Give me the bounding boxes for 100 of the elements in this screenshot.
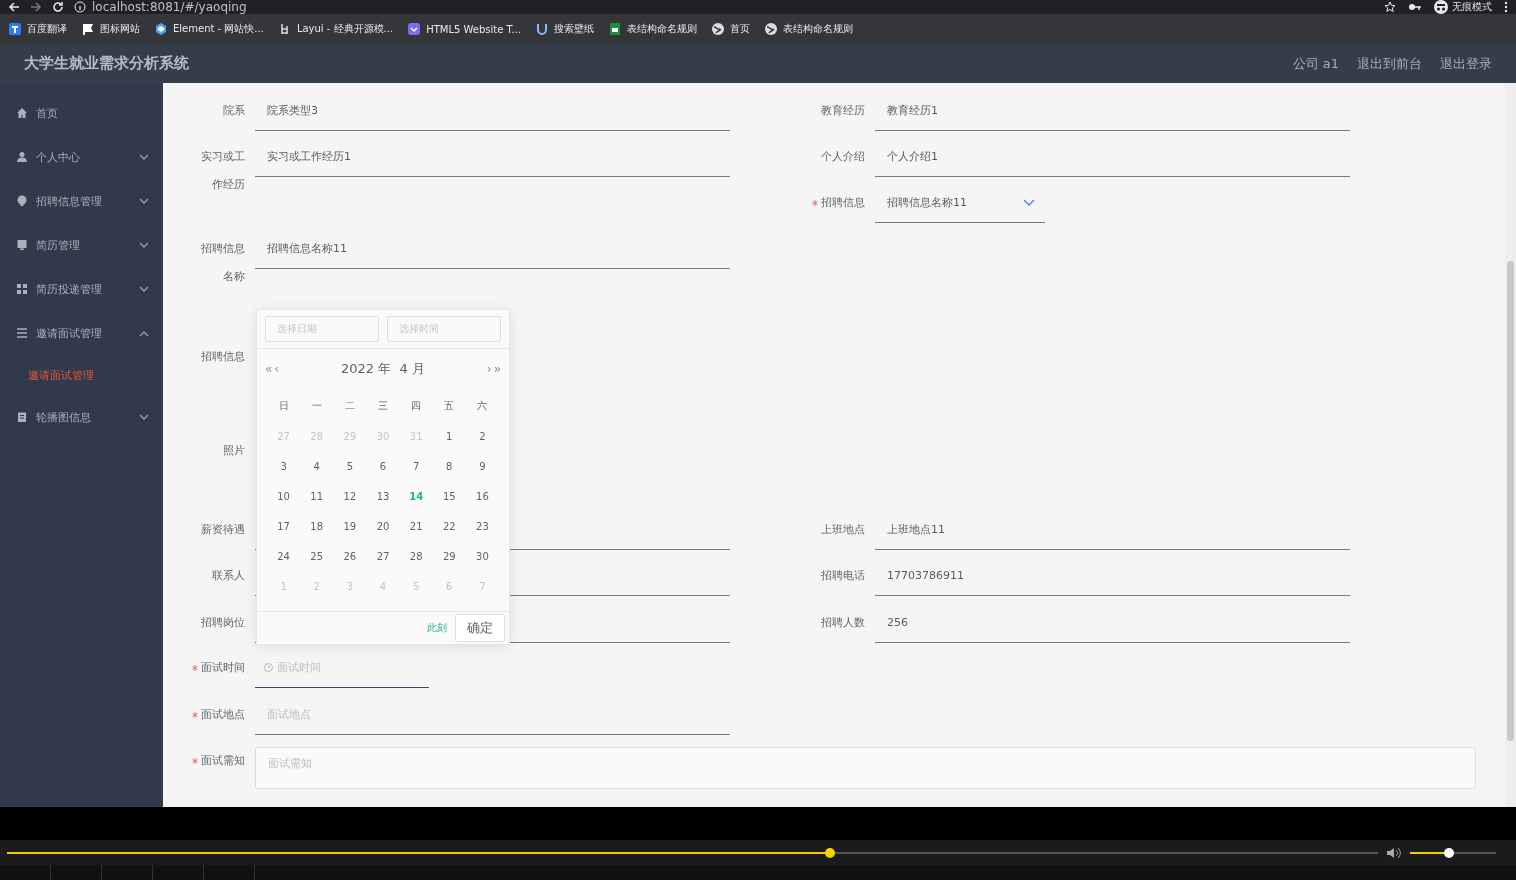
weekday-label: 二: [344, 399, 355, 413]
header-link[interactable]: 退出登录: [1440, 54, 1492, 73]
calendar-day[interactable]: 8: [446, 460, 453, 472]
bookmark[interactable]: 百度翻译: [8, 22, 67, 36]
calendar-day[interactable]: 19: [343, 520, 357, 532]
field-label: 上班地点: [821, 522, 865, 538]
sidebar-item[interactable]: 首页: [0, 91, 163, 135]
field-label: 招聘电话: [821, 568, 865, 584]
text-field[interactable]: 256: [875, 603, 1350, 643]
calendar-day[interactable]: 4: [313, 460, 320, 472]
calendar-day[interactable]: 11: [310, 490, 324, 502]
header-link[interactable]: 公司 a1: [1292, 54, 1339, 73]
weekday-label: 一: [311, 399, 322, 413]
sidebar-item[interactable]: 邀请面试管理: [0, 311, 163, 355]
bookmark[interactable]: Element - 网站快...: [154, 22, 264, 36]
field-label: 招聘信息: [821, 195, 865, 211]
calendar-day[interactable]: 2: [479, 430, 486, 442]
volume-icon[interactable]: [1386, 846, 1402, 859]
calendar-day[interactable]: 15: [442, 490, 456, 502]
calendar-day[interactable]: 3: [280, 460, 287, 472]
next-month-button[interactable]: ›: [486, 362, 492, 376]
calendar-day[interactable]: 5: [346, 460, 354, 472]
globe-icon: [764, 22, 779, 36]
back-icon[interactable]: [8, 1, 20, 13]
calendar-day[interactable]: 17: [277, 520, 290, 532]
sidebar-item[interactable]: 招聘信息管理: [0, 179, 163, 223]
bookmark[interactable]: HTML5 Website T...: [407, 22, 522, 36]
weekday-label: 四: [411, 399, 422, 413]
calendar-day[interactable]: 10: [277, 490, 290, 502]
calendar-day[interactable]: 28: [409, 550, 423, 562]
text-field[interactable]: 院系类型3: [255, 91, 730, 131]
bookmark[interactable]: 表结构命名规则: [608, 22, 698, 36]
forward-icon[interactable]: [30, 1, 42, 13]
calendar-day[interactable]: 23: [476, 520, 489, 532]
home-icon: [16, 107, 28, 119]
text-field[interactable]: 教育经历1: [875, 91, 1350, 131]
bookmark[interactable]: 图标网站: [81, 22, 140, 36]
text-field[interactable]: 上班地点11: [875, 510, 1350, 550]
confirm-button[interactable]: 确定: [455, 614, 505, 642]
calendar-day[interactable]: 7: [412, 460, 420, 472]
key-icon[interactable]: [1408, 1, 1422, 13]
scrollbar[interactable]: [1507, 261, 1514, 741]
header-link[interactable]: 退出到前台: [1357, 54, 1422, 73]
chevron-down-icon: [1023, 199, 1035, 206]
sidebar-item[interactable]: 轮播图信息: [0, 395, 163, 439]
bookmark[interactable]: 搜索壁纸: [535, 22, 595, 36]
volume-thumb[interactable]: [1443, 847, 1454, 858]
progress-thumb[interactable]: [824, 847, 835, 858]
incognito-button[interactable]: 无痕模式: [1434, 0, 1492, 14]
text-field[interactable]: 17703786911: [875, 556, 1350, 596]
sidebar-item[interactable]: 简历管理: [0, 223, 163, 267]
calendar-day[interactable]: 18: [310, 520, 324, 532]
calendar-day[interactable]: 30: [476, 550, 489, 562]
calendar-day[interactable]: 25: [310, 550, 324, 562]
submenu-item[interactable]: 邀请面试管理: [0, 355, 163, 395]
field-label: 教育经历: [821, 103, 865, 119]
star-icon[interactable]: [1384, 1, 1396, 13]
calendar-title: 2022 年 4 月: [341, 360, 425, 378]
calendar-day[interactable]: 20: [376, 520, 390, 532]
text-field[interactable]: 实习或工作经历1: [255, 137, 730, 177]
square-icon: [407, 22, 422, 36]
calendar-day[interactable]: 21: [409, 520, 423, 532]
magnet-icon: [535, 22, 550, 36]
sidebar-item[interactable]: 简历投递管理: [0, 267, 163, 311]
calendar-day[interactable]: 16: [476, 490, 489, 502]
calendar-day[interactable]: 12: [343, 490, 357, 502]
calendar-day[interactable]: 6: [379, 460, 387, 472]
calendar-day[interactable]: 1: [446, 430, 453, 442]
text-field[interactable]: 个人介绍1: [875, 137, 1350, 177]
field-label: 招聘信息名称: [200, 241, 245, 285]
bookmark[interactable]: Layui - 经典开源模...: [277, 22, 394, 36]
hexagon-icon: [154, 22, 168, 36]
calendar-day[interactable]: 13: [376, 490, 390, 502]
sidebar-item[interactable]: 个人中心: [0, 135, 163, 179]
field-label: 联系人: [212, 568, 245, 584]
info-icon: [74, 1, 86, 13]
monitor-icon: [16, 239, 28, 251]
field-label: 招聘信息: [201, 349, 245, 365]
calendar-day[interactable]: 26: [343, 550, 357, 562]
select-field[interactable]: 招聘信息名称11: [875, 183, 1045, 223]
text-field[interactable]: 招聘信息名称11: [255, 229, 730, 269]
address-field[interactable]: localhost:8081/#/yaoqing: [92, 0, 247, 14]
field-label: 面试时间: [201, 660, 245, 676]
weekday-label: 五: [444, 399, 455, 413]
reload-icon[interactable]: [52, 1, 64, 13]
bookmark[interactable]: 首页: [711, 22, 751, 36]
next-year-button[interactable]: »: [493, 362, 501, 376]
menu-icon[interactable]: [1504, 1, 1508, 13]
bookmark[interactable]: 表结构命名规则: [764, 22, 854, 36]
chevron-up-icon: [139, 329, 149, 337]
field-label: 个人介绍: [821, 149, 865, 165]
calendar-day[interactable]: 24: [277, 550, 290, 562]
calendar-day[interactable]: 22: [442, 520, 456, 532]
calendar-day[interactable]: 27: [376, 550, 390, 562]
calendar-day[interactable]: 29: [442, 550, 456, 562]
app-title: 大学生就业需求分析系统: [24, 54, 189, 73]
prev-month-button[interactable]: ‹: [274, 362, 280, 376]
calendar-day[interactable]: 9: [479, 460, 486, 472]
prev-year-button[interactable]: «: [265, 362, 273, 376]
field-label: 招聘岗位: [201, 615, 245, 631]
